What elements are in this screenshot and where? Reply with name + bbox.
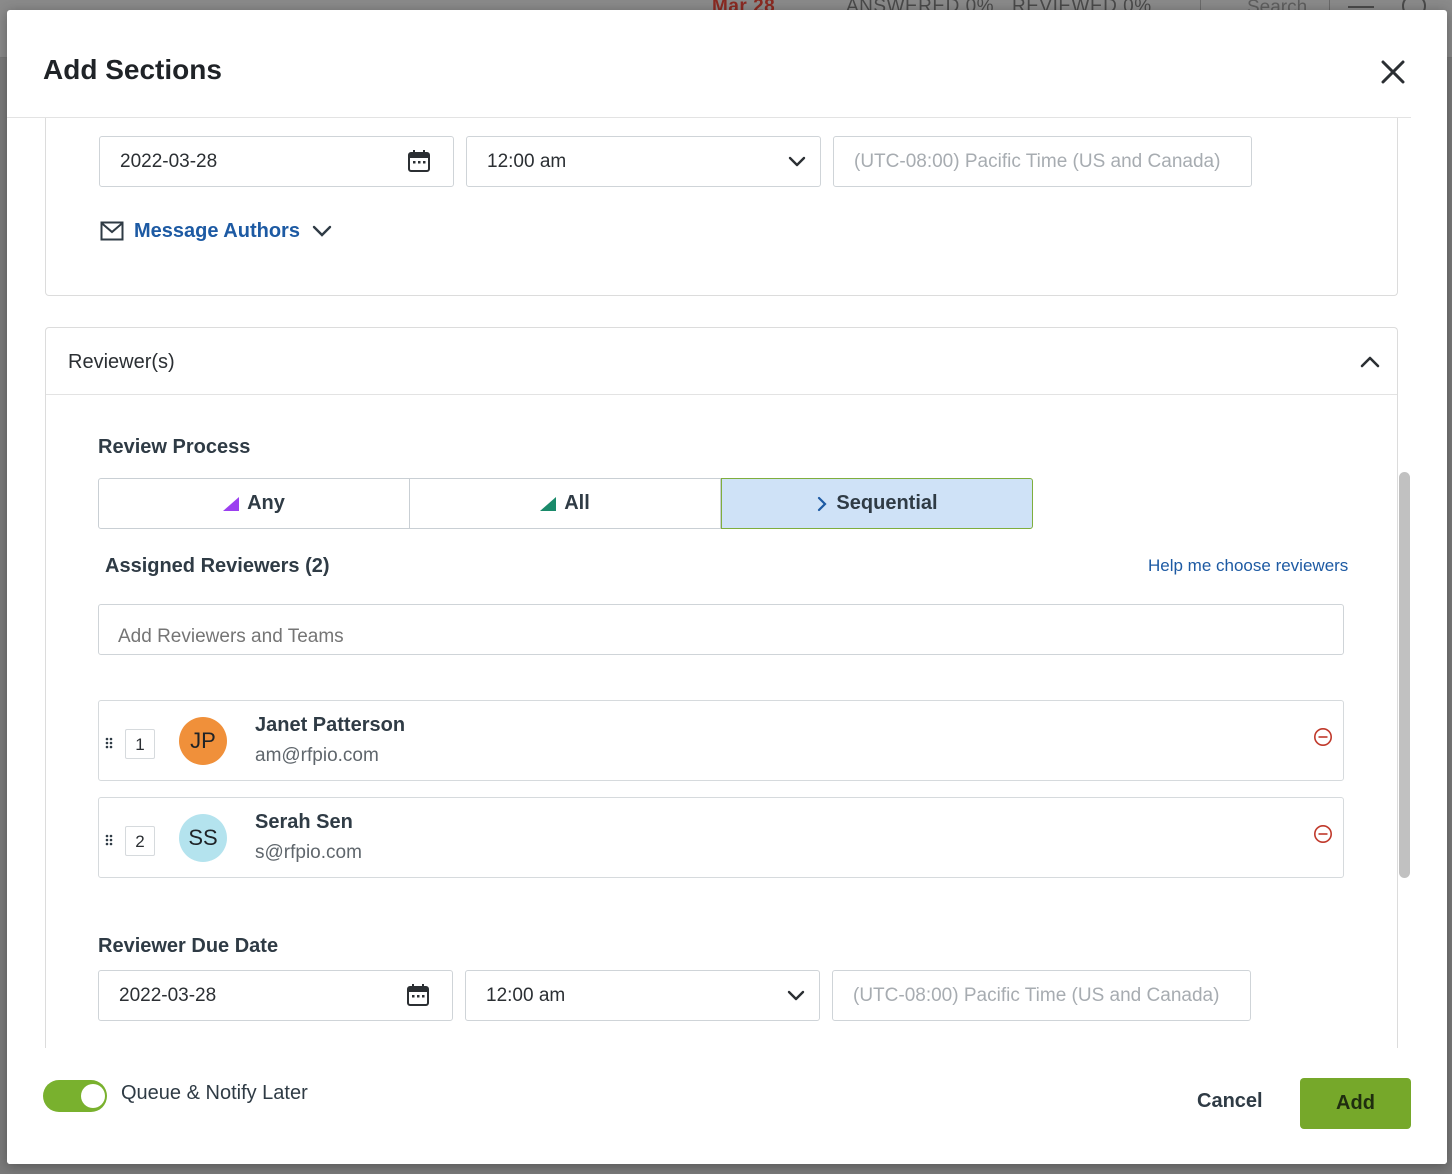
author-due-date-value: 2022-03-28 (120, 151, 218, 172)
reviewer-name: Janet Patterson (255, 714, 406, 736)
process-option-any[interactable]: Any (98, 478, 410, 529)
calendar-icon[interactable] (406, 983, 430, 1007)
close-icon (1381, 60, 1405, 84)
reviewer-due-time-select[interactable]: 12:00 am (465, 970, 820, 1021)
reviewer-email: am@rfpio.com (255, 745, 379, 766)
reviewer-name: Serah Sen (255, 811, 353, 833)
author-timezone-input[interactable]: (UTC-08:00) Pacific Time (US and Canada) (833, 136, 1252, 187)
author-due-card: 2022-03-28 12:00 am (UTC-08:00) Pacific … (45, 118, 1398, 296)
add-sections-modal: Add Sections 2022-03-28 12:00 am (UTC-08… (7, 10, 1447, 1164)
modal-title: Add Sections (43, 54, 222, 85)
close-button[interactable] (1379, 58, 1407, 86)
chevron-up-icon[interactable] (1360, 352, 1380, 372)
process-option-sequential[interactable]: Sequential (721, 478, 1033, 529)
reviewer-row[interactable]: 1 JP Janet Patterson am@rfpio.com (98, 700, 1344, 781)
author-due-time-value: 12:00 am (487, 151, 567, 172)
modal-body: 2022-03-28 12:00 am (UTC-08:00) Pacific … (7, 118, 1447, 1048)
reviewers-section-title: Reviewer(s) (68, 351, 175, 373)
queue-notify-toggle[interactable] (43, 1080, 107, 1112)
process-option-sequential-label: Sequential (836, 492, 938, 514)
reviewer-due-date-input[interactable]: 2022-03-28 (98, 970, 453, 1021)
drag-handle-icon[interactable] (105, 834, 113, 846)
triangle-icon (540, 496, 557, 511)
remove-circle-icon[interactable] (1313, 824, 1333, 844)
process-option-all[interactable]: All (410, 478, 721, 529)
reviewers-card: Reviewer(s) Review Process Any All Seque… (45, 327, 1398, 1048)
drag-handle-icon[interactable] (105, 737, 113, 749)
process-option-any-label: Any (247, 492, 285, 514)
reviewer-row[interactable]: 2 SS Serah Sen s@rfpio.com (98, 797, 1344, 878)
review-process-selector: Any All Sequential (98, 478, 1033, 529)
review-process-label: Review Process (98, 436, 251, 458)
assigned-reviewers-label: Assigned Reviewers (2) (105, 555, 330, 577)
message-authors-toggle[interactable]: Message Authors (100, 216, 332, 246)
cancel-button[interactable]: Cancel (1197, 1090, 1263, 1113)
reviewer-due-time-value: 12:00 am (486, 985, 566, 1006)
avatar: SS (179, 814, 227, 862)
add-button[interactable]: Add (1300, 1078, 1411, 1129)
chevron-down-icon (787, 990, 805, 1001)
envelope-icon (100, 221, 124, 241)
modal-footer: Queue & Notify Later Cancel Add (7, 1048, 1447, 1164)
reviewer-order-number: 2 (125, 826, 155, 856)
scrollbar-thumb[interactable] (1399, 472, 1410, 878)
chevron-right-icon (818, 496, 827, 511)
toggle-knob (81, 1084, 105, 1108)
reviewer-timezone-input[interactable]: (UTC-08:00) Pacific Time (US and Canada) (832, 970, 1251, 1021)
reviewer-order-number: 1 (125, 729, 155, 759)
chevron-down-icon (312, 225, 332, 237)
help-choose-reviewers-link[interactable]: Help me choose reviewers (1148, 556, 1348, 576)
queue-notify-label: Queue & Notify Later (121, 1082, 308, 1104)
reviewers-section-header[interactable]: Reviewer(s) (46, 328, 1397, 395)
message-authors-label: Message Authors (134, 219, 300, 242)
avatar: JP (179, 717, 227, 765)
author-due-date-input[interactable]: 2022-03-28 (99, 136, 454, 187)
process-option-all-label: All (564, 492, 590, 514)
remove-circle-icon[interactable] (1313, 727, 1333, 747)
author-due-time-select[interactable]: 12:00 am (466, 136, 821, 187)
modal-header: Add Sections (7, 10, 1447, 118)
reviewer-due-date-value: 2022-03-28 (119, 985, 217, 1006)
chevron-down-icon (788, 156, 806, 167)
reviewer-email: s@rfpio.com (255, 842, 362, 863)
triangle-icon (223, 496, 240, 511)
reviewer-due-date-label: Reviewer Due Date (98, 935, 279, 957)
calendar-icon[interactable] (407, 149, 431, 173)
add-reviewers-input[interactable] (98, 604, 1344, 655)
